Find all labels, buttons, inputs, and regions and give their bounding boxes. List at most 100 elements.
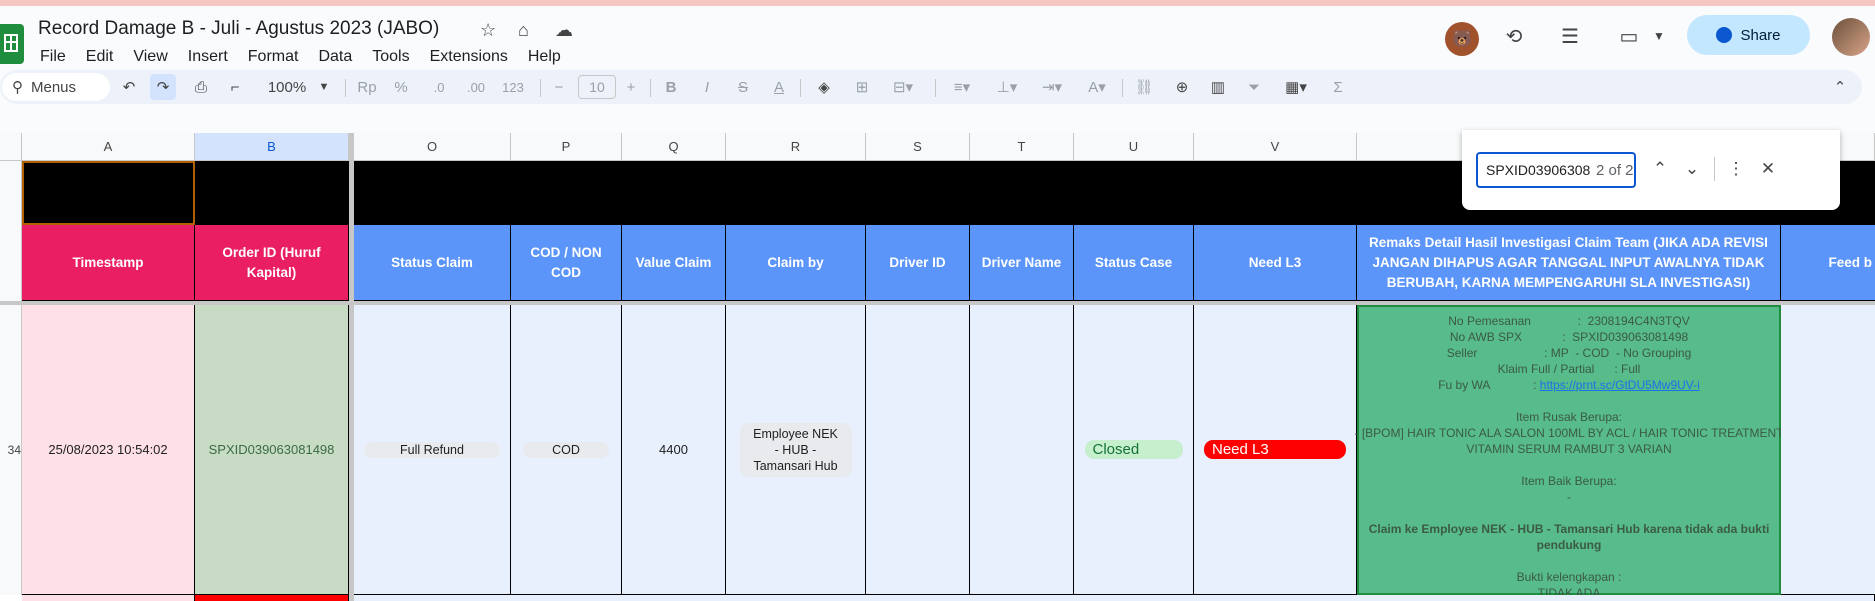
borders-icon[interactable]: ⊞ xyxy=(850,74,874,100)
header-timestamp[interactable]: Timestamp xyxy=(22,225,195,301)
header-claim-by[interactable]: Claim by xyxy=(726,225,866,301)
move-to-folder-icon[interactable]: ⌂ xyxy=(518,20,529,41)
text-wrapping-icon[interactable]: ⇥▾ xyxy=(1035,74,1069,100)
row-header-34[interactable]: 34 xyxy=(0,305,22,595)
evidence-link[interactable]: https://prnt.sc/GtDU5Mw9UV-i xyxy=(1540,378,1700,392)
share-button[interactable]: Share xyxy=(1687,15,1810,55)
menu-format[interactable]: Format xyxy=(238,48,309,66)
menu-view[interactable]: View xyxy=(123,48,177,66)
header-driver-name[interactable]: Driver Name xyxy=(970,225,1074,301)
cell-feedback[interactable] xyxy=(1781,305,1875,595)
font-size-input[interactable]: 10 xyxy=(578,75,616,99)
sheets-logo-icon[interactable] xyxy=(0,24,24,64)
bold-button[interactable]: B xyxy=(660,74,682,100)
header-driver-id[interactable]: Driver ID xyxy=(866,225,970,301)
cell-next-b[interactable] xyxy=(195,595,349,601)
header-need-l3[interactable]: Need L3 xyxy=(1194,225,1357,301)
search-menus-button[interactable]: ⚲ Menus xyxy=(2,73,110,101)
menu-help[interactable]: Help xyxy=(518,48,571,66)
find-input[interactable]: SPXID0390630814 2 of 2 xyxy=(1476,152,1636,188)
status-case-chip[interactable]: Closed xyxy=(1084,440,1183,459)
cod-chip[interactable]: COD xyxy=(523,441,609,458)
cell-value-claim[interactable]: 4400 xyxy=(622,305,726,595)
print-icon[interactable]: ⎙ xyxy=(188,74,214,100)
cell-next-a[interactable] xyxy=(22,595,195,601)
cell-need-l3[interactable]: Need L3 xyxy=(1194,305,1357,595)
document-title[interactable]: Record Damage B - Juli - Agustus 2023 (J… xyxy=(38,18,439,40)
header-status-claim[interactable]: Status Claim xyxy=(354,225,511,301)
functions-icon[interactable]: Σ xyxy=(1326,74,1350,100)
vertical-align-icon[interactable]: ⊥▾ xyxy=(990,74,1024,100)
header-remarks[interactable]: Remaks Detail Hasil Investigasi Claim Te… xyxy=(1357,225,1781,301)
menu-data[interactable]: Data xyxy=(308,48,362,66)
header-cod[interactable]: COD / NON COD xyxy=(511,225,622,301)
version-history-icon[interactable]: ⟲ xyxy=(1500,22,1528,50)
increase-decimal[interactable]: .00 xyxy=(460,74,492,100)
column-header-o[interactable]: O xyxy=(354,133,511,161)
text-rotation-icon[interactable]: A▾ xyxy=(1080,74,1114,100)
column-header-b[interactable]: B xyxy=(195,133,349,161)
cell-driver-name[interactable] xyxy=(970,305,1074,595)
strikethrough-icon[interactable]: S xyxy=(732,74,754,100)
header-order-id[interactable]: Order ID (Huruf Kapital) xyxy=(195,225,349,301)
status-claim-chip[interactable]: Full Refund xyxy=(364,441,500,458)
find-previous-icon[interactable]: ⌃ xyxy=(1648,157,1672,181)
merge-cells-icon[interactable]: ⊟▾ xyxy=(886,74,920,100)
column-header-t[interactable]: T xyxy=(970,133,1074,161)
menu-file[interactable]: File xyxy=(30,48,76,66)
zoom-select[interactable]: 100% xyxy=(262,74,312,100)
column-header-p[interactable]: P xyxy=(511,133,622,161)
insert-link-icon[interactable]: ⛓ xyxy=(1132,74,1156,100)
find-next-icon[interactable]: ⌄ xyxy=(1680,157,1704,181)
more-options-icon[interactable]: ⋮ xyxy=(1724,157,1748,181)
column-header-q[interactable]: Q xyxy=(622,133,726,161)
account-avatar[interactable] xyxy=(1832,18,1870,56)
star-icon[interactable]: ☆ xyxy=(480,20,496,41)
redo-icon[interactable]: ↷ xyxy=(150,74,176,100)
text-color-icon[interactable]: A xyxy=(768,74,790,100)
percent-format[interactable]: % xyxy=(390,74,412,100)
filter-views-icon[interactable]: ▦▾ xyxy=(1278,74,1314,100)
menu-extensions[interactable]: Extensions xyxy=(420,48,518,66)
cell-status-case[interactable]: Closed xyxy=(1074,305,1194,595)
insert-chart-icon[interactable]: ▥ xyxy=(1206,74,1230,100)
cloud-saved-icon[interactable]: ☁ xyxy=(555,20,573,41)
cell-cod[interactable]: COD xyxy=(511,305,622,595)
column-header-u[interactable]: U xyxy=(1074,133,1194,161)
insert-comment-icon[interactable]: ⊕ xyxy=(1170,74,1194,100)
cell-status-claim[interactable]: Full Refund xyxy=(354,305,511,595)
menu-tools[interactable]: Tools xyxy=(362,48,419,66)
paint-format-icon[interactable]: ⌐ xyxy=(222,74,248,100)
cell-next-row[interactable] xyxy=(354,595,1875,601)
number-format[interactable]: 123 xyxy=(498,74,528,100)
header-value-claim[interactable]: Value Claim xyxy=(622,225,726,301)
menu-insert[interactable]: Insert xyxy=(178,48,238,66)
collaborator-avatar[interactable]: 🐻 xyxy=(1445,22,1479,56)
column-header-a[interactable]: A xyxy=(22,133,195,161)
need-l3-chip[interactable]: Need L3 xyxy=(1204,440,1346,459)
undo-icon[interactable]: ↶ xyxy=(116,74,142,100)
column-header-r[interactable]: R xyxy=(726,133,866,161)
currency-format[interactable]: Rp xyxy=(355,74,379,100)
horizontal-align-icon[interactable]: ≡▾ xyxy=(945,74,979,100)
filter-icon[interactable]: ⏷ xyxy=(1242,74,1266,100)
menu-edit[interactable]: Edit xyxy=(76,48,124,66)
cell-claim-by[interactable]: Employee NEK - HUB - Tamansari Hub xyxy=(726,305,866,595)
claim-by-chip[interactable]: Employee NEK - HUB - Tamansari Hub xyxy=(739,422,852,477)
comments-icon[interactable]: ☰ xyxy=(1556,22,1584,50)
cell-b-black[interactable] xyxy=(195,161,349,225)
italic-button[interactable]: I xyxy=(696,74,718,100)
header-status-case[interactable]: Status Case xyxy=(1074,225,1194,301)
meet-icon[interactable]: ▭ xyxy=(1615,22,1643,50)
cell-timestamp[interactable]: 25/08/2023 10:54:02 xyxy=(22,305,195,595)
collapse-toolbar-icon[interactable]: ⌃ xyxy=(1828,74,1852,100)
close-icon[interactable]: ✕ xyxy=(1756,157,1780,181)
decrease-decimal[interactable]: .0 xyxy=(425,74,453,100)
column-header-s[interactable]: S xyxy=(866,133,970,161)
chevron-down-icon[interactable]: ▼ xyxy=(1645,22,1673,50)
zoom-chevron-down-icon[interactable]: ▼ xyxy=(316,74,332,100)
cell-a-black[interactable] xyxy=(22,161,195,225)
cell-remarks[interactable]: No Pemesanan : 2308194C4N3TQV No AWB SPX… xyxy=(1355,305,1784,600)
column-header-v[interactable]: V xyxy=(1194,133,1357,161)
select-all-corner[interactable] xyxy=(0,133,22,161)
